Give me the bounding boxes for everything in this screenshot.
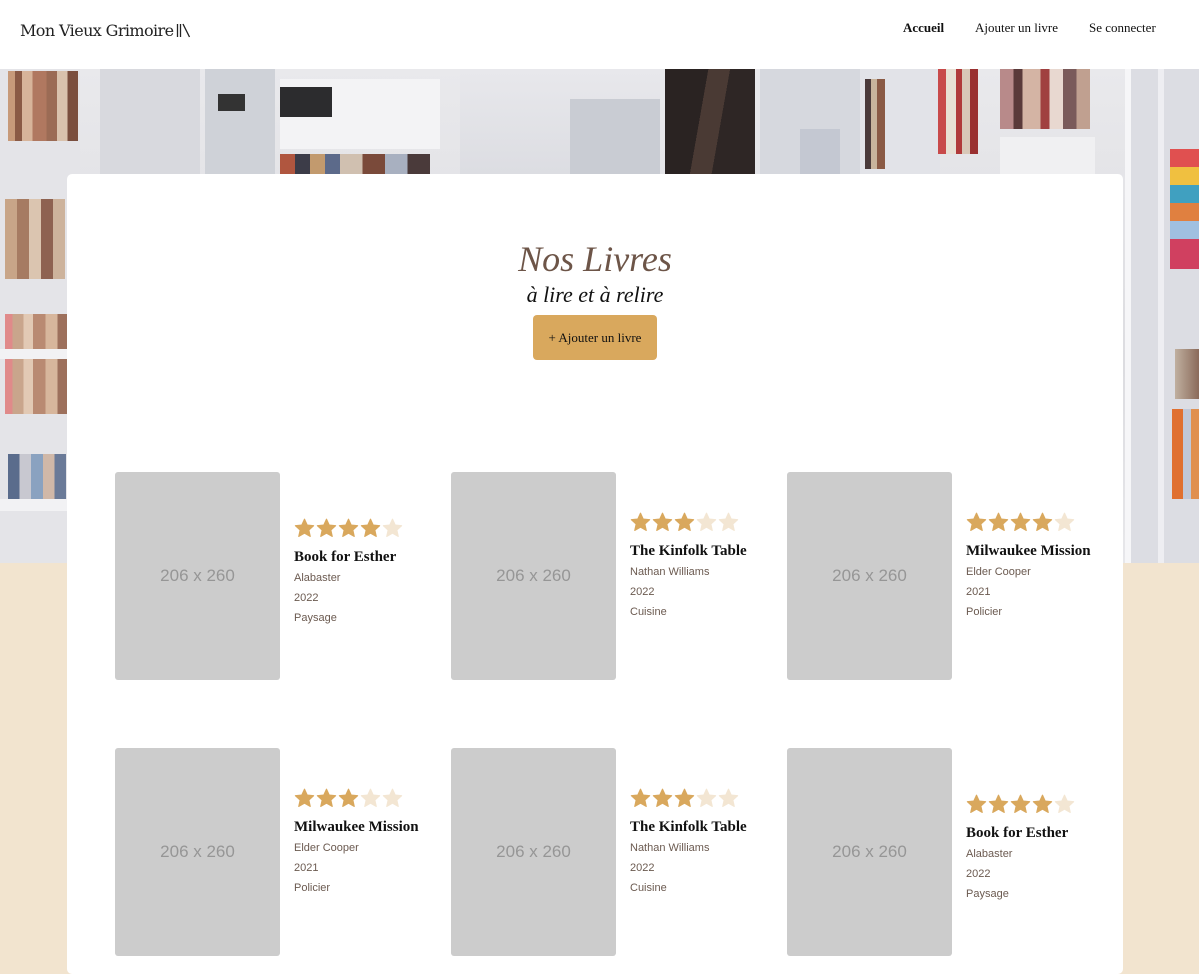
book-card[interactable]: 206 x 260 Milwaukee Mission Elder Cooper 20…	[115, 748, 419, 958]
book-title: Book for Esther	[294, 549, 397, 565]
book-year: 2022	[294, 592, 319, 604]
book-cover-placeholder: 206 x 260	[115, 472, 280, 680]
book-cover-placeholder: 206 x 260	[787, 748, 952, 956]
star-filled-icon	[652, 512, 673, 531]
book-year: 2021	[966, 586, 991, 598]
star-filled-icon	[1010, 794, 1031, 813]
book-rating	[966, 512, 1096, 534]
nav-ajouter-livre-link[interactable]: Ajouter un livre	[975, 20, 1058, 36]
star-empty-icon	[696, 512, 717, 531]
star-filled-icon	[294, 788, 315, 807]
book-cover-placeholder: 206 x 260	[451, 748, 616, 956]
book-card[interactable]: 206 x 260 The Kinfolk Table Nathan William…	[451, 472, 751, 682]
star-empty-icon	[1054, 512, 1075, 531]
book-cover-placeholder: 206 x 260	[115, 748, 280, 956]
book-title: Milwaukee Mission	[966, 543, 1091, 559]
book-title: The Kinfolk Table	[630, 543, 747, 559]
book-title: The Kinfolk Table	[630, 819, 747, 835]
book-info: Book for Esther Alabaster 2022 Paysage	[966, 794, 1096, 900]
book-card[interactable]: 206 x 260 The Kinfolk Table Nathan William…	[451, 748, 751, 958]
book-year: 2022	[966, 868, 991, 880]
books-panel: Nos Livres à lire et à relire + Ajouter …	[67, 174, 1123, 974]
page-subtitle: à lire et à relire	[526, 282, 664, 307]
star-filled-icon	[338, 518, 359, 537]
star-filled-icon	[294, 518, 315, 537]
star-filled-icon	[360, 518, 381, 537]
star-filled-icon	[1032, 794, 1053, 813]
star-filled-icon	[674, 512, 695, 531]
book-info: Book for Esther Alabaster 2022 Paysage	[294, 518, 424, 624]
book-rating	[966, 794, 1096, 816]
book-cover-placeholder: 206 x 260	[451, 472, 616, 680]
book-info: Milwaukee Mission Elder Cooper 2021 Policie…	[966, 512, 1096, 618]
book-author: Alabaster	[966, 848, 1013, 860]
add-book-button[interactable]: + Ajouter un livre	[533, 315, 657, 360]
star-empty-icon	[360, 788, 381, 807]
nav-accueil-link[interactable]: Accueil	[903, 20, 944, 36]
book-genre: Cuisine	[630, 606, 667, 618]
book-genre: Policier	[966, 606, 1003, 618]
star-filled-icon	[630, 788, 651, 807]
star-filled-icon	[652, 788, 673, 807]
book-genre: Cuisine	[630, 882, 667, 894]
book-year: 2022	[630, 862, 655, 874]
star-filled-icon	[1010, 512, 1031, 531]
star-filled-icon	[988, 512, 1009, 531]
star-filled-icon	[988, 794, 1009, 813]
book-card[interactable]: 206 x 260 Book for Esther Alabaster 2022 Pay…	[787, 748, 1087, 958]
book-title: Milwaukee Mission	[294, 819, 419, 835]
star-filled-icon	[1032, 512, 1053, 531]
book-card[interactable]: 206 x 260 Milwaukee Mission Elder Cooper 20…	[787, 472, 1091, 682]
nav-se-connecter-link[interactable]: Se connecter	[1089, 20, 1156, 36]
star-empty-icon	[382, 518, 403, 537]
book-title: Book for Esther	[966, 825, 1069, 841]
book-info: The Kinfolk Table Nathan Williams 2022 Cuis…	[630, 512, 760, 618]
book-rating	[294, 518, 424, 540]
book-author: Elder Cooper	[294, 842, 359, 854]
star-empty-icon	[718, 788, 739, 807]
book-author: Nathan Williams	[630, 842, 710, 854]
star-empty-icon	[1054, 794, 1075, 813]
book-genre: Paysage	[294, 612, 337, 624]
book-info: Milwaukee Mission Elder Cooper 2021 Policie…	[294, 788, 424, 894]
book-cover-placeholder: 206 x 260	[787, 472, 952, 680]
book-rating	[630, 788, 760, 810]
site-header: Mon Vieux Grimoire Accueil Ajouter un li…	[0, 0, 1199, 69]
book-rating	[294, 788, 424, 810]
book-card[interactable]: 206 x 260 Book for Esther Alabaster 2022 Pay…	[115, 472, 415, 682]
star-empty-icon	[718, 512, 739, 531]
book-year: 2021	[294, 862, 319, 874]
book-author: Nathan Williams	[630, 566, 710, 578]
star-filled-icon	[966, 794, 987, 813]
main-nav: Accueil Ajouter un livre Se connecter	[0, 20, 1199, 40]
star-filled-icon	[316, 788, 337, 807]
book-rating	[630, 512, 760, 534]
star-filled-icon	[966, 512, 987, 531]
book-author: Elder Cooper	[966, 566, 1031, 578]
star-filled-icon	[338, 788, 359, 807]
star-filled-icon	[316, 518, 337, 537]
book-author: Alabaster	[294, 572, 341, 584]
book-info: The Kinfolk Table Nathan Williams 2022 Cuis…	[630, 788, 760, 894]
page-title: Nos Livres	[518, 239, 672, 279]
star-filled-icon	[630, 512, 651, 531]
book-genre: Policier	[294, 882, 331, 894]
star-empty-icon	[382, 788, 403, 807]
book-genre: Paysage	[966, 888, 1009, 900]
star-empty-icon	[696, 788, 717, 807]
star-filled-icon	[674, 788, 695, 807]
book-year: 2022	[630, 586, 655, 598]
